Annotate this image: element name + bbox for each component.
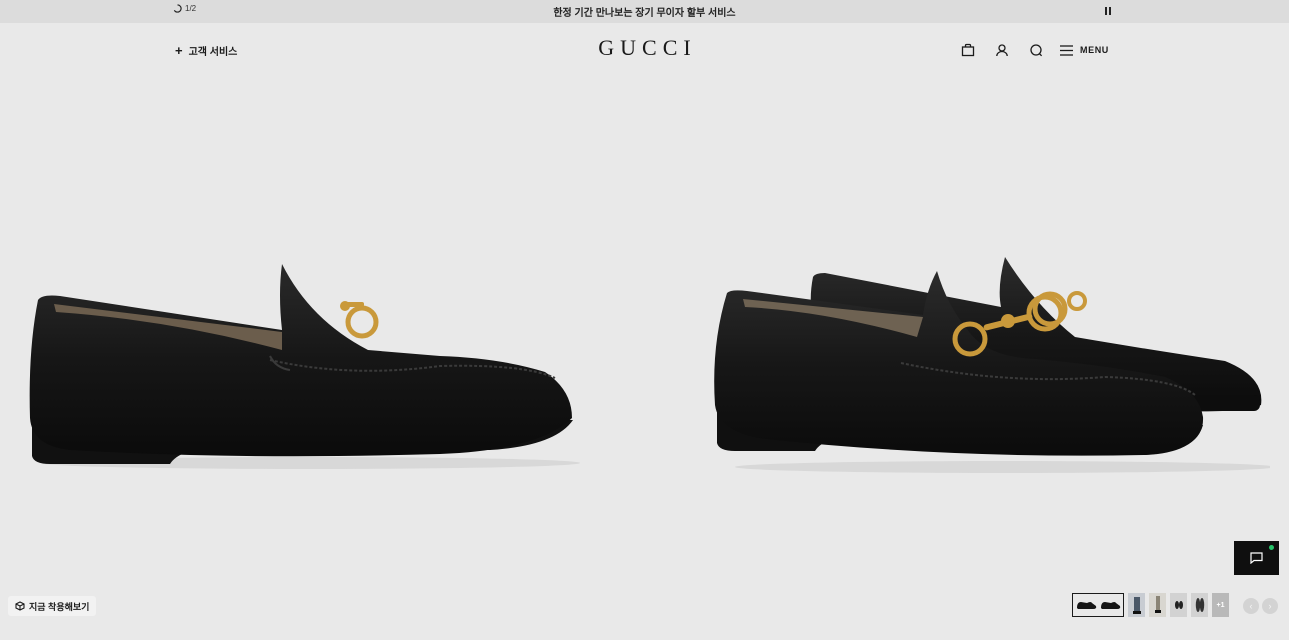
- thumbnail-item[interactable]: [1149, 593, 1166, 617]
- thumbnail-item[interactable]: [1191, 593, 1208, 617]
- chat-icon: [1250, 552, 1263, 564]
- bag-icon[interactable]: [958, 40, 978, 60]
- user-icon[interactable]: [992, 40, 1012, 60]
- product-image-pair[interactable]: [705, 245, 1275, 485]
- menu-button[interactable]: MENU: [1060, 44, 1109, 56]
- chat-status-dot: [1269, 545, 1274, 550]
- try-on-label: 지금 착용해보기: [29, 601, 90, 612]
- menu-icon: [1060, 44, 1073, 56]
- announcement-text[interactable]: 한정 기간 만나보는 장기 무이자 할부 서비스: [0, 4, 1289, 19]
- chevron-left-icon[interactable]: ‹: [1243, 598, 1259, 614]
- site-header: + 고객 서비스 GUCCI MENU: [0, 23, 1289, 75]
- try-on-button[interactable]: 지금 착용해보기: [8, 596, 97, 616]
- thumbnail-navigation: ‹ ›: [1243, 598, 1278, 614]
- product-image-side[interactable]: [20, 250, 580, 480]
- thumbnail-item[interactable]: [1072, 593, 1124, 617]
- thumbnail-item[interactable]: [1170, 593, 1187, 617]
- menu-label: MENU: [1080, 45, 1109, 55]
- search-icon[interactable]: [1026, 40, 1046, 60]
- pause-icon[interactable]: [1102, 4, 1114, 18]
- image-thumbnails: +1: [1072, 593, 1229, 617]
- thumbnail-more-label: +1: [1216, 601, 1225, 609]
- thumbnail-more[interactable]: +1: [1212, 593, 1229, 617]
- thumbnail-item[interactable]: [1128, 593, 1145, 617]
- chevron-right-icon[interactable]: ›: [1262, 598, 1278, 614]
- announcement-bar: 1/2 한정 기간 만나보는 장기 무이자 할부 서비스: [0, 0, 1289, 23]
- header-actions: MENU: [958, 40, 1109, 60]
- cube-icon: [15, 601, 25, 611]
- chat-button[interactable]: [1234, 541, 1279, 575]
